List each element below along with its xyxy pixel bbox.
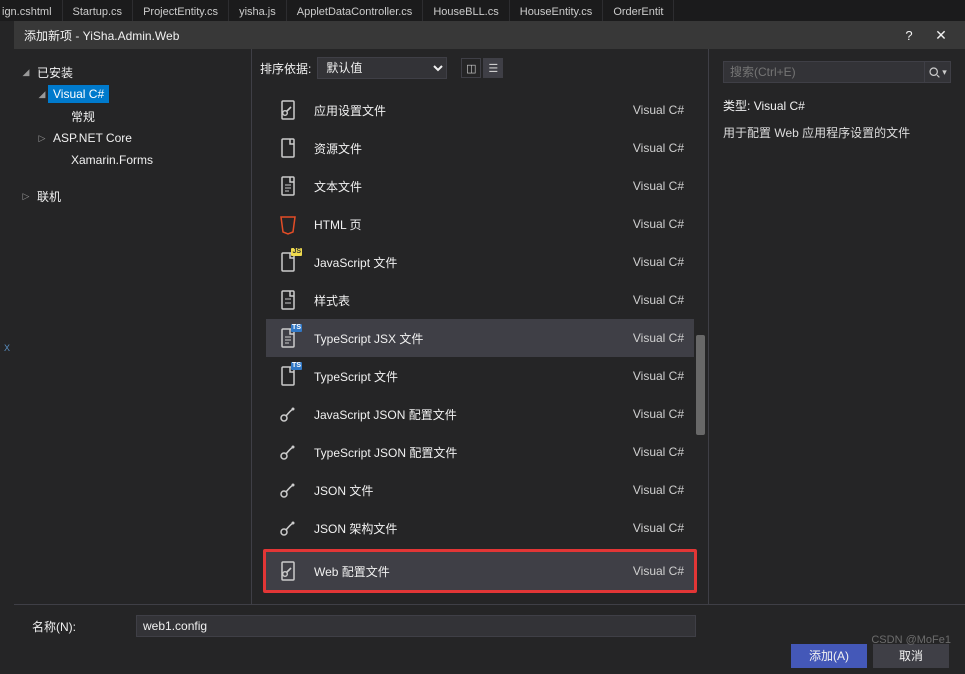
template-item[interactable]: JSON 架构文件 Visual C#	[266, 509, 694, 547]
tree-node-installed[interactable]: ◢已安装	[14, 61, 251, 83]
tree-node-aspnet-core[interactable]: ▷ASP.NET Core	[14, 127, 251, 149]
doc-icon: TS	[276, 364, 300, 388]
json-icon	[276, 402, 300, 426]
doc-icon: JS	[276, 250, 300, 274]
tree-node-general[interactable]: 常规	[14, 105, 251, 127]
dialog-title-bar: 添加新项 - YiSha.Admin.Web ? ✕	[14, 21, 965, 49]
template-name: TypeScript JSX 文件	[314, 330, 633, 347]
dialog-bottom-bar: 名称(N): 添加(A) 取消	[14, 604, 965, 674]
sort-by-select[interactable]: 默认值	[317, 57, 447, 79]
editor-tab[interactable]: HouseEntity.cs	[510, 0, 604, 21]
template-item[interactable]: TypeScript JSON 配置文件 Visual C#	[266, 433, 694, 471]
editor-tab[interactable]: OrderEntit	[603, 0, 674, 21]
template-name: JSON 文件	[314, 482, 633, 499]
template-language: Visual C#	[633, 179, 684, 193]
template-item[interactable]: 应用设置文件 Visual C#	[266, 91, 694, 129]
template-item[interactable]: JSON 文件 Visual C#	[266, 471, 694, 509]
template-name: HTML 页	[314, 216, 633, 233]
name-input[interactable]	[136, 615, 696, 637]
template-language: Visual C#	[633, 407, 684, 421]
editor-tab[interactable]: yisha.js	[229, 0, 287, 21]
template-name: JavaScript JSON 配置文件	[314, 406, 633, 423]
editor-tab[interactable]: HouseBLL.cs	[423, 0, 509, 21]
wrench-icon	[276, 98, 300, 122]
template-name: 文本文件	[314, 178, 633, 195]
category-tree: ◢已安装 ◢Visual C# 常规 ▷ASP.NET Core Xamarin…	[14, 61, 251, 207]
template-list: 应用设置文件 Visual C# 资源文件 Visual C# 文本文件 Vis…	[252, 87, 708, 604]
json-icon	[276, 440, 300, 464]
template-name: TypeScript 文件	[314, 368, 633, 385]
search-icon	[928, 66, 941, 79]
search-button[interactable]: ▾	[925, 61, 951, 83]
template-item[interactable]: Web 配置文件 Visual C#	[266, 552, 694, 590]
template-list-header: 排序依据: 默认值 ◫ ☰	[252, 49, 708, 87]
template-item[interactable]: TS TypeScript 文件 Visual C#	[266, 357, 694, 395]
editor-left-gutter: X	[0, 21, 14, 674]
name-label: 名称(N):	[32, 618, 136, 635]
template-language: Visual C#	[633, 255, 684, 269]
doc-icon	[276, 136, 300, 160]
template-item[interactable]: TS TypeScript JSX 文件 Visual C#	[266, 319, 694, 357]
tree-node-visual-csharp[interactable]: ◢Visual C#	[14, 83, 251, 105]
template-language: Visual C#	[633, 141, 684, 155]
template-description: 用于配置 Web 应用程序设置的文件	[723, 124, 951, 141]
template-name: 资源文件	[314, 140, 633, 157]
template-language: Visual C#	[633, 293, 684, 307]
help-button[interactable]: ?	[893, 28, 925, 43]
editor-tab[interactable]: AppletDataController.cs	[287, 0, 424, 21]
search-input[interactable]	[723, 61, 925, 83]
template-language: Visual C#	[633, 331, 684, 345]
view-large-icon[interactable]: ◫	[461, 58, 481, 78]
editor-tab[interactable]: ProjectEntity.cs	[133, 0, 229, 21]
template-name: JSON 架构文件	[314, 520, 633, 537]
add-button[interactable]: 添加(A)	[791, 644, 867, 668]
watermark: CSDN @MoFe1	[871, 634, 951, 646]
editor-tab-strip: ign.cshtmlStartup.csProjectEntity.csyish…	[0, 0, 965, 21]
template-list-pane: 排序依据: 默认值 ◫ ☰ 应用设置文件 Visual C# 资源文件 Visu…	[252, 49, 708, 604]
close-button[interactable]: ✕	[925, 27, 957, 44]
json-icon	[276, 478, 300, 502]
template-language: Visual C#	[633, 103, 684, 117]
template-item[interactable]: 样式表 Visual C#	[266, 281, 694, 319]
template-name: 样式表	[314, 292, 633, 309]
template-name: TypeScript JSON 配置文件	[314, 444, 633, 461]
editor-tab[interactable]: Startup.cs	[63, 0, 134, 21]
template-language: Visual C#	[633, 483, 684, 497]
template-item[interactable]: 程序集信息文件 Visual C#	[266, 595, 694, 604]
scrollbar-thumb[interactable]	[696, 335, 705, 435]
doc-icon	[276, 602, 300, 604]
wrench-icon	[276, 559, 300, 583]
template-name: 应用设置文件	[314, 102, 633, 119]
template-language: Visual C#	[633, 217, 684, 231]
template-language: Visual C#	[633, 521, 684, 535]
json-icon	[276, 516, 300, 540]
editor-tab[interactable]: ign.cshtml	[0, 0, 63, 21]
template-item[interactable]: HTML 页 Visual C#	[266, 205, 694, 243]
template-item[interactable]: 资源文件 Visual C#	[266, 129, 694, 167]
description-pane: ▾ 类型: Visual C# 用于配置 Web 应用程序设置的文件	[708, 49, 965, 604]
tree-node-xamarin-forms[interactable]: Xamarin.Forms	[14, 149, 251, 171]
template-item[interactable]: 文本文件 Visual C#	[266, 167, 694, 205]
tree-node-online[interactable]: ▷联机	[14, 185, 251, 207]
template-item[interactable]: JS JavaScript 文件 Visual C#	[266, 243, 694, 281]
template-language: Visual C#	[633, 564, 684, 578]
add-new-item-dialog: 添加新项 - YiSha.Admin.Web ? ✕ ◢已安装 ◢Visual …	[14, 21, 965, 674]
category-tree-pane: ◢已安装 ◢Visual C# 常规 ▷ASP.NET Core Xamarin…	[14, 49, 252, 604]
template-item[interactable]: JavaScript JSON 配置文件 Visual C#	[266, 395, 694, 433]
type-line: 类型: Visual C#	[723, 97, 951, 114]
sort-by-label: 排序依据:	[260, 60, 311, 77]
template-name: JavaScript 文件	[314, 254, 633, 271]
style-icon	[276, 288, 300, 312]
text-icon	[276, 174, 300, 198]
view-list-icon[interactable]: ☰	[483, 58, 503, 78]
template-name: Web 配置文件	[314, 563, 633, 580]
cancel-button[interactable]: 取消	[873, 644, 949, 668]
template-language: Visual C#	[633, 369, 684, 383]
html-icon	[276, 212, 300, 236]
dialog-title: 添加新项 - YiSha.Admin.Web	[24, 27, 893, 44]
template-language: Visual C#	[633, 445, 684, 459]
text-icon: TS	[276, 326, 300, 350]
